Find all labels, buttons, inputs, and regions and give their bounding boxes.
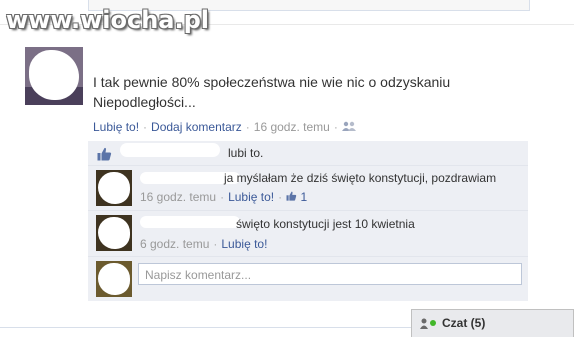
thumbs-up-icon <box>97 147 112 161</box>
like-comment-link[interactable]: Lubię to! <box>221 237 267 251</box>
commenter-avatar[interactable] <box>96 170 132 206</box>
site-watermark: www.wiocha.pl <box>6 6 210 34</box>
likes-row: lubi to. <box>88 141 528 166</box>
my-avatar <box>96 261 132 297</box>
friends-icon <box>341 120 356 134</box>
hidden-liker-name[interactable] <box>120 143 220 157</box>
commenter-avatar[interactable] <box>96 215 132 251</box>
author-avatar[interactable] <box>25 47 83 105</box>
like-post-link[interactable]: Lubię to! <box>93 120 139 134</box>
comment-item: ja myślałam że dziś święto konstytucji, … <box>88 166 528 211</box>
post-timestamp[interactable]: 16 godz. temu <box>254 120 330 134</box>
comment-timestamp[interactable]: 16 godz. temu <box>140 190 216 204</box>
likes-text: lubi to. <box>228 146 264 160</box>
page-bottom-border <box>0 327 411 328</box>
post-text-line-2: Niepodległości... <box>93 94 196 110</box>
comment-meta: 16 godz. temu · Lubię to! · 1 <box>140 190 308 204</box>
comment-item: święto konstytucji jest 10 kwietnia 6 go… <box>88 211 528 257</box>
add-comment-link[interactable]: Dodaj komentarz <box>151 120 242 134</box>
thumbs-up-icon <box>286 190 297 204</box>
post-actions: Lubię to! · Dodaj komentarz · 16 godz. temu · <box>93 120 356 134</box>
online-dot-icon <box>430 320 436 326</box>
comment-meta: 6 godz. temu · Lubię to! <box>140 237 268 251</box>
chat-label: Czat (5) <box>442 316 486 330</box>
hidden-commenter-name[interactable] <box>140 216 240 228</box>
feedback-panel: lubi to. ja myślałam że dziś święto kons… <box>88 141 528 301</box>
post-text-line-1: I tak pewnie 80% społeczeństwa nie wie n… <box>93 74 451 90</box>
comment-text: święto konstytucji jest 10 kwietnia <box>236 217 415 231</box>
comment-input-box[interactable] <box>138 263 522 285</box>
comment-timestamp[interactable]: 6 godz. temu <box>140 237 209 251</box>
separator: · <box>333 120 338 134</box>
comment-like-count[interactable]: 1 <box>300 190 307 204</box>
chat-user-icon <box>420 318 438 333</box>
comment-text: ja myślałam że dziś święto konstytucji, … <box>224 171 497 185</box>
separator: · <box>245 120 250 134</box>
separator: · <box>143 120 148 134</box>
comment-input[interactable] <box>143 265 517 285</box>
chat-bar[interactable]: Czat (5) <box>411 309 574 337</box>
post-text: I tak pewnie 80% społeczeństwa nie wie n… <box>93 72 483 112</box>
like-comment-link[interactable]: Lubię to! <box>228 190 274 204</box>
